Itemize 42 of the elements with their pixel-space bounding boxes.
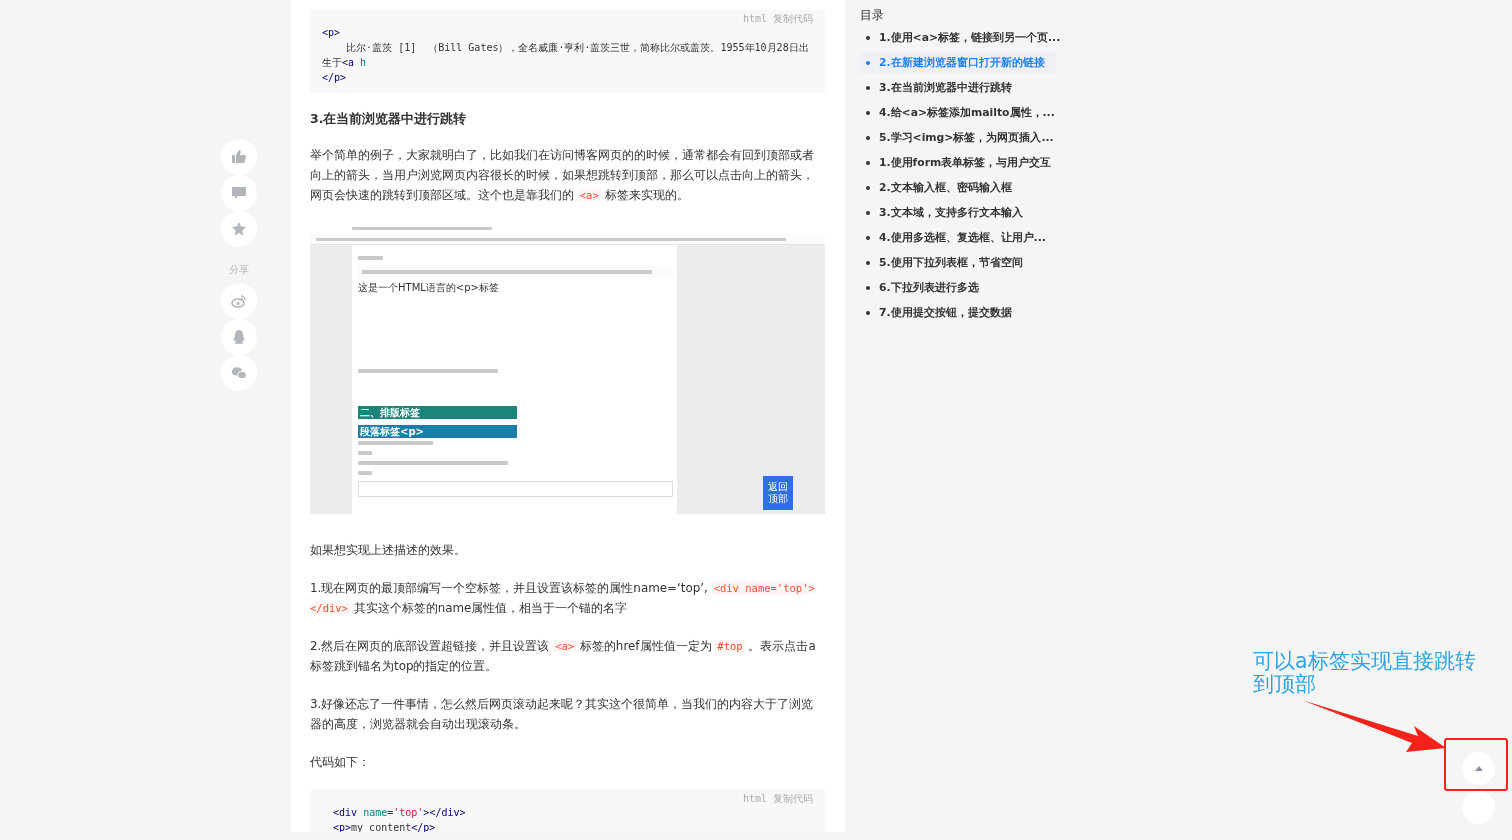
section-heading: 二、排版标签 — [358, 406, 517, 419]
code-line: </p> — [322, 71, 348, 85]
toc-item[interactable]: 6.下拉列表进行多选 — [860, 277, 1056, 299]
code-line: <p> — [322, 26, 342, 40]
language-label: html — [742, 793, 767, 805]
round-button[interactable] — [1462, 791, 1495, 824]
paragraph: 1.现在网页的最顶部编写一个空标签，并且设置该标签的属性name=‘top’, <div name='top'></div> 其实这个标签的name属性值，相当于一个锚的名字 — [310, 580, 816, 617]
section-heading: 3.在当前浏览器中进行跳转 — [310, 110, 468, 128]
caret-up-icon — [1474, 766, 1483, 771]
thumbs-up-icon — [231, 149, 247, 165]
speech-bubble-icon — [231, 185, 247, 201]
paragraph: 如果想实现上述描述的效果。 — [310, 542, 467, 559]
toc-item[interactable]: 7.使用提交按钮，提交数据 — [860, 302, 1056, 324]
star-icon — [231, 221, 247, 237]
penguin-icon — [231, 329, 247, 345]
chat-bubbles-icon — [231, 365, 247, 381]
star-button[interactable] — [221, 211, 257, 247]
chat-bubbles-button[interactable] — [221, 355, 257, 391]
weibo-icon — [231, 293, 247, 309]
toc-item[interactable]: 4.给<a>标签添加mailto属性，... — [860, 102, 1056, 124]
paragraph: 代码如下： — [310, 754, 371, 771]
paragraph: 举个简单的例子，大家就明白了，比如我们在访问博客网页的的时候，通常都会有回到顶部或者向上的箭头，当用户浏览网页内容很长的时候，如果想跳转到顶部，那么可以点击向上的箭头，网页会快速的跳转到顶部区域。这个也是靠我们的 <a> 标签来实现的。 — [310, 147, 815, 204]
highlight-frame — [1444, 738, 1508, 791]
language-label: html — [742, 13, 767, 25]
toc-item[interactable]: 2.文本输入框、密码输入框 — [860, 177, 1056, 199]
toc-item[interactable]: 1.使用form表单标签，与用户交互 — [860, 152, 1056, 174]
toc-item[interactable]: 3.在当前浏览器中进行跳转 — [860, 77, 1056, 99]
thumbs-up-button[interactable] — [221, 139, 257, 175]
paragraph: 3.好像还忘了一件事情，怎么然后网页滚动起来呢？其实这个很简单，当我们的内容大于了浏览器的高度，浏览器就会自动出现滚动条。 — [310, 696, 815, 733]
toc-item[interactable]: 4.使用多选框、复选框、让用户... — [860, 227, 1056, 249]
toc-title: 目录 — [860, 8, 885, 23]
subsection-heading: 段落标签<p> — [358, 425, 517, 438]
toc-item[interactable]: 5.学习<img>标签，为网页插入... — [860, 127, 1056, 149]
toc-item[interactable]: 5.使用下拉列表框，节省空间 — [860, 252, 1056, 274]
annotation-text: 可以a标签实现直接跳转到顶部 — [1253, 650, 1477, 696]
toc-item[interactable]: 3.文本域，支持多行文本输入 — [860, 202, 1056, 224]
weibo-button[interactable] — [221, 283, 257, 319]
paragraph: 这是一个HTML语言的<p>标签 — [358, 282, 500, 294]
scroll-to-top-button[interactable] — [1462, 752, 1495, 785]
paragraph: 2.然后在网页的底部设置超链接，并且设置该 <a> 标签的href属性值一定为 #top 。表示点击a标签跳到锚名为top的指定的位置。 — [310, 638, 817, 675]
code-line: 比尔·盖茨 [1] （Bill Gates），全名威廉·亨利·盖茨三世，简称比尔或盖茨。1955年10月28日出生于<a h — [322, 41, 810, 70]
code-line: <div name='top'></div> — [333, 806, 467, 820]
